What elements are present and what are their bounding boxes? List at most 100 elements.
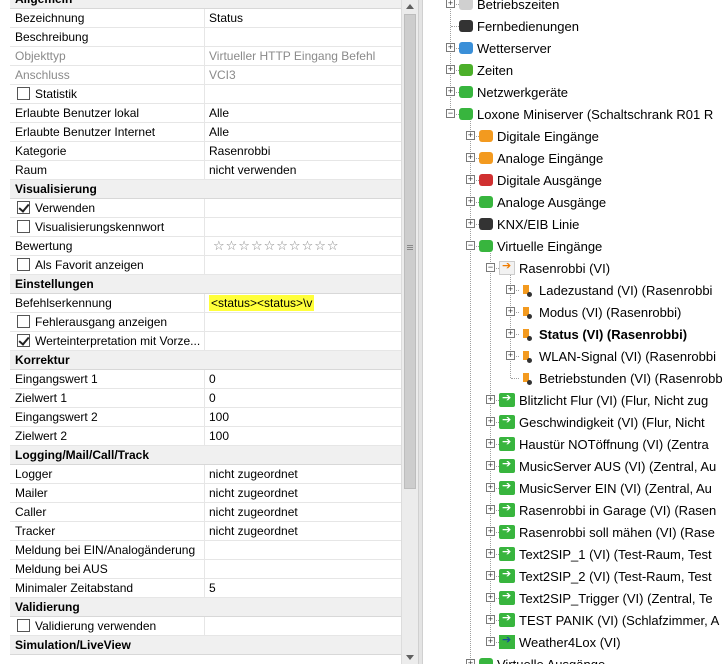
expand-icon[interactable]: + [446, 87, 455, 96]
rating-stars-icon[interactable]: ☆☆☆☆☆☆☆☆☆☆ [209, 238, 340, 253]
property-row[interactable]: Als Favorit anzeigen [10, 256, 401, 275]
property-row[interactable]: Werteinterpretation mit Vorze... [10, 332, 401, 351]
tree-node[interactable]: Zeiten [459, 59, 513, 81]
checkbox[interactable] [17, 315, 30, 328]
scrollbar-thumb[interactable] [404, 14, 416, 489]
expand-icon[interactable]: + [486, 483, 495, 492]
tree-node[interactable]: Analoge Ausgänge [479, 191, 606, 213]
section-header-einstellungen[interactable]: Einstellungen [10, 275, 401, 294]
checkbox[interactable] [17, 334, 30, 347]
property-value[interactable]: Alle [205, 104, 401, 122]
property-value[interactable]: Alle [205, 123, 401, 141]
expand-icon[interactable]: + [486, 593, 495, 602]
section-header-visualisierung[interactable]: Visualisierung [10, 180, 401, 199]
tree-node[interactable]: Blitzlicht Flur (VI) (Flur, Nicht zug [499, 389, 708, 411]
property-value[interactable]: 100 [205, 427, 401, 445]
tree-node[interactable]: Betriebszeiten [459, 0, 559, 15]
property-value[interactable] [205, 256, 401, 274]
property-row[interactable]: Meldung bei EIN/Analogänderung [10, 541, 401, 560]
property-value[interactable]: nicht zugeordnet [205, 522, 401, 540]
tree-node[interactable]: Text2SIP_Trigger (VI) (Zentral, Te [499, 587, 713, 609]
property-row[interactable]: Meldung bei AUS [10, 560, 401, 579]
property-row[interactable]: Logger nicht zugeordnet [10, 465, 401, 484]
expand-icon[interactable]: + [486, 527, 495, 536]
property-row[interactable]: Erlaubte Benutzer Internet Alle [10, 123, 401, 142]
checkbox[interactable] [17, 87, 30, 100]
tree-node[interactable]: Modus (VI) (Rasenrobbi) [519, 301, 681, 323]
checkbox[interactable] [17, 258, 30, 271]
expand-icon[interactable]: + [466, 131, 475, 140]
property-row[interactable]: Minimaler Zeitabstand 5 [10, 579, 401, 598]
property-row[interactable]: Statistik [10, 85, 401, 104]
property-row[interactable]: Anschluss VCI3 [10, 66, 401, 85]
property-row[interactable]: Kategorie Rasenrobbi [10, 142, 401, 161]
expand-icon[interactable]: + [506, 351, 515, 360]
tree-node[interactable]: Virtuelle Ausgänge [479, 653, 605, 664]
property-value[interactable]: nicht zugeordnet [205, 484, 401, 502]
scroll-down-icon[interactable] [406, 655, 414, 660]
property-row[interactable]: Zielwert 1 0 [10, 389, 401, 408]
tree-node[interactable]: Digitale Ausgänge [479, 169, 602, 191]
expand-icon[interactable]: + [486, 395, 495, 404]
property-value[interactable]: nicht zugeordnet [205, 465, 401, 483]
property-row[interactable]: Bezeichnung Status [10, 9, 401, 28]
property-row[interactable]: Verwenden [10, 199, 401, 218]
property-value[interactable] [205, 85, 401, 103]
property-value[interactable] [205, 560, 401, 578]
property-value[interactable] [205, 218, 401, 236]
tree-node[interactable]: Rasenrobbi (VI) [499, 257, 610, 279]
expand-icon[interactable]: + [446, 0, 455, 8]
tree-node[interactable]: Analoge Eingänge [479, 147, 603, 169]
property-value[interactable]: ☆☆☆☆☆☆☆☆☆☆ [205, 237, 401, 255]
property-value[interactable]: 5 [205, 579, 401, 597]
section-header-validierung[interactable]: Validierung [10, 598, 401, 617]
property-value[interactable]: 100 [205, 408, 401, 426]
tree-node[interactable]: Digitale Eingänge [479, 125, 599, 147]
expand-icon[interactable]: + [466, 175, 475, 184]
property-value[interactable] [205, 332, 401, 350]
expand-icon[interactable]: + [466, 219, 475, 228]
properties-scrollbar[interactable] [401, 0, 418, 664]
tree-node[interactable]: Rasenrobbi in Garage (VI) (Rasen [499, 499, 716, 521]
expand-icon[interactable]: + [506, 329, 515, 338]
property-row[interactable]: Visualisierungskennwort [10, 218, 401, 237]
property-value[interactable]: 0 [205, 389, 401, 407]
property-value[interactable]: Status [205, 9, 401, 27]
property-value[interactable]: 0 [205, 370, 401, 388]
expand-icon[interactable]: + [486, 637, 495, 646]
property-row[interactable]: Objekttyp Virtueller HTTP Eingang Befehl [10, 47, 401, 66]
section-header-logging-mail-call-track[interactable]: Logging/Mail/Call/Track [10, 446, 401, 465]
checkbox[interactable] [17, 619, 30, 632]
checkbox[interactable] [17, 220, 30, 233]
property-row[interactable]: Fehlerausgang anzeigen [10, 313, 401, 332]
tree-node[interactable]: Betriebstunden (VI) (Rasenrobbi [519, 367, 723, 389]
tree-node[interactable]: MusicServer EIN (VI) (Zentral, Au [499, 477, 712, 499]
tree-node[interactable]: MusicServer AUS (VI) (Zentral, Au [499, 455, 716, 477]
property-row[interactable]: Caller nicht zugeordnet [10, 503, 401, 522]
collapse-icon[interactable]: − [466, 241, 475, 250]
tree-node[interactable]: Ladezustand (VI) (Rasenrobbi [519, 279, 712, 301]
property-row[interactable]: Tracker nicht zugeordnet [10, 522, 401, 541]
expand-icon[interactable]: + [486, 461, 495, 470]
tree-node[interactable]: Fernbedienungen [459, 15, 579, 37]
property-value[interactable] [205, 313, 401, 331]
section-header-allgemein[interactable]: Allgemein [10, 0, 401, 9]
property-value[interactable] [205, 28, 401, 46]
property-row[interactable]: Eingangswert 2 100 [10, 408, 401, 427]
expand-icon[interactable]: + [486, 615, 495, 624]
tree-node[interactable]: Weather4Lox (VI) [499, 631, 621, 653]
expand-icon[interactable]: + [486, 571, 495, 580]
property-row[interactable]: Beschreibung [10, 28, 401, 47]
expand-icon[interactable]: + [446, 43, 455, 52]
collapse-icon[interactable]: − [486, 263, 495, 272]
tree-node[interactable]: Text2SIP_2 (VI) (Test-Raum, Test [499, 565, 712, 587]
property-value[interactable]: Rasenrobbi [205, 142, 401, 160]
property-row[interactable]: Eingangswert 1 0 [10, 370, 401, 389]
tree-node[interactable]: Netzwerkgeräte [459, 81, 568, 103]
scroll-up-icon[interactable] [406, 4, 414, 9]
property-value[interactable]: nicht verwenden [205, 161, 401, 179]
tree-node[interactable]: Status (VI) (Rasenrobbi) [519, 323, 687, 345]
property-value[interactable] [205, 541, 401, 559]
tree-node[interactable]: Loxone Miniserver (Schaltschrank R01 R [459, 103, 713, 125]
section-header-simulation-liveview[interactable]: Simulation/LiveView [10, 636, 401, 655]
